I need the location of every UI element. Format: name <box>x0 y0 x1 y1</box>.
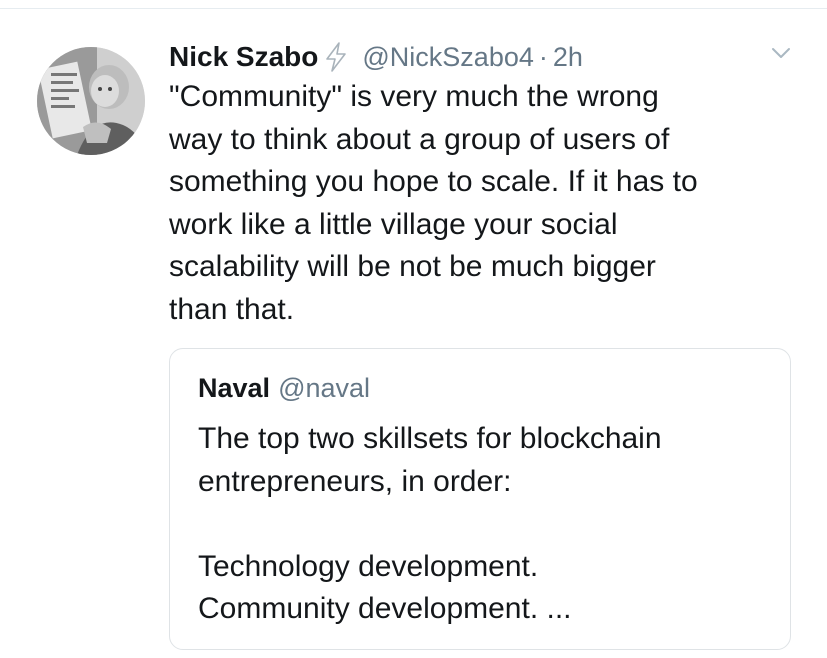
quoted-tweet-header: Naval @naval <box>198 373 370 404</box>
quoted-author-name: Naval <box>198 373 271 403</box>
quoted-tweet-text: The top two skillsets for blockchain ent… <box>198 422 662 626</box>
quoted-author-handle: @naval <box>278 373 371 403</box>
author-handle[interactable]: @NickSzabo4 <box>362 42 533 73</box>
lightning-bolt-icon <box>324 42 348 72</box>
tweet[interactable]: Nick Szabo @NickSzabo4 · 2h "Community" … <box>0 9 827 658</box>
timestamp[interactable]: 2h <box>553 42 583 73</box>
tweet-text: "Community" is very much the wrong way t… <box>169 80 698 326</box>
quoted-tweet-card[interactable]: Naval @naval The top two skillsets for bl… <box>169 348 791 650</box>
author-name[interactable]: Nick Szabo <box>169 41 318 73</box>
chevron-down-icon[interactable] <box>770 45 792 61</box>
avatar-photo <box>37 47 145 155</box>
separator-dot: · <box>538 41 548 72</box>
tweet-header: Nick Szabo @NickSzabo4 · 2h <box>169 36 583 78</box>
avatar[interactable] <box>37 47 145 155</box>
